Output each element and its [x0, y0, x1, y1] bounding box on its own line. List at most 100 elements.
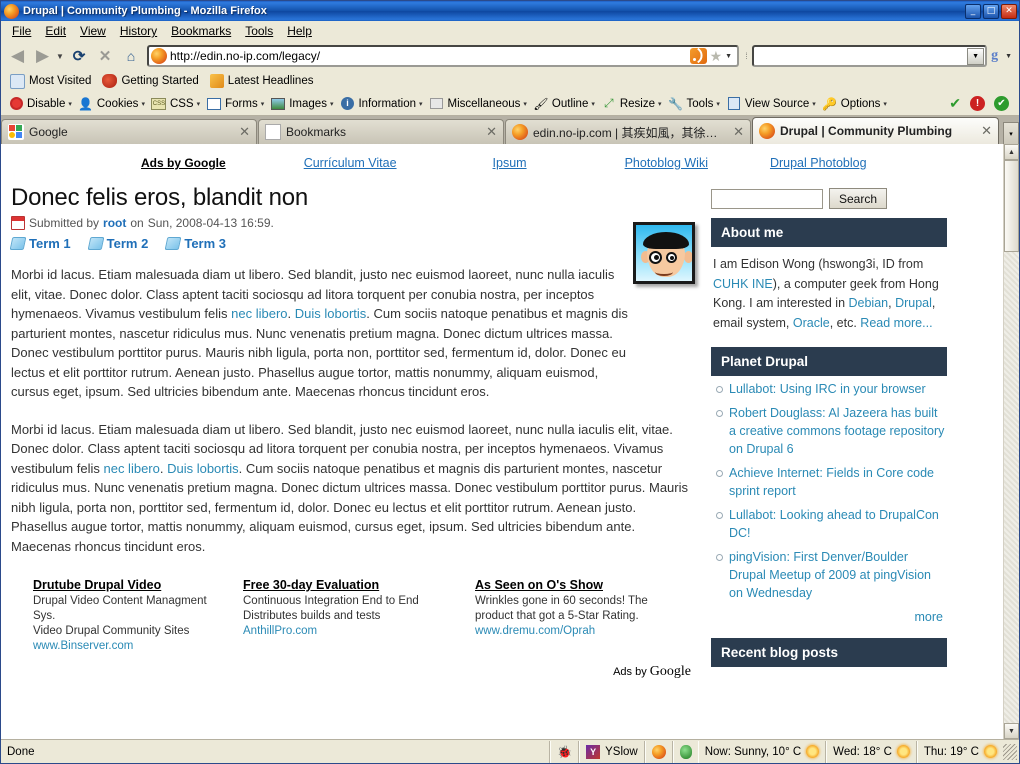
menu-history[interactable]: History	[113, 22, 164, 40]
menu-bookmarks[interactable]: Bookmarks	[164, 22, 238, 40]
search-dropdown-icon[interactable]: ▼	[967, 47, 985, 65]
menu-file[interactable]: File	[5, 22, 38, 40]
ad-1-url[interactable]: www.Binserver.com	[33, 640, 231, 652]
about-link-read-more[interactable]: Read more...	[860, 316, 932, 330]
tab-close-icon[interactable]: ✕	[239, 125, 250, 140]
status-green-indicator[interactable]	[672, 740, 698, 763]
validation-error-icon[interactable]: !	[970, 96, 985, 111]
about-link-drupal[interactable]: Drupal	[895, 296, 932, 310]
search-engine-icon[interactable]: g	[989, 48, 1000, 64]
list-item[interactable]: Lullabot: Using IRC in your browser	[711, 380, 947, 398]
term-3[interactable]: Term 3	[164, 236, 226, 251]
tab-edin-no-ip[interactable]: edin.no-ip.com | 其疾如風，其徐如林... ✕	[505, 119, 751, 144]
validation-pass-icon[interactable]: ✔	[949, 95, 961, 112]
minimize-button[interactable]: _	[965, 3, 981, 19]
site-search-button[interactable]: Search	[829, 188, 888, 209]
status-firefox-indicator[interactable]	[644, 740, 673, 763]
home-button[interactable]: ⌂	[119, 44, 143, 68]
planet-drupal-item-2[interactable]: Robert Douglass: Al Jazeera has built a …	[729, 406, 944, 456]
chevron-down-icon[interactable]: ▼	[55, 52, 65, 61]
devtool-miscellaneous[interactable]: Miscellaneous ▾	[426, 96, 530, 112]
nav-ipsum[interactable]: Ipsum	[493, 156, 527, 170]
devtool-css[interactable]: CSS CSS ▾	[148, 96, 203, 112]
status-firebug[interactable]: 🐞	[550, 740, 580, 763]
about-link-debian[interactable]: Debian	[849, 296, 889, 310]
status-weather-thu[interactable]: Thu: 19° C	[916, 740, 1003, 763]
validation-ok-icon[interactable]: ✔	[994, 96, 1009, 111]
tab-close-icon[interactable]: ✕	[486, 125, 497, 140]
devtool-information[interactable]: i Information ▾	[336, 96, 425, 112]
menu-tools[interactable]: Tools	[238, 22, 280, 40]
tab-bookmarks[interactable]: Bookmarks ✕	[258, 119, 504, 144]
nav-photoblog-wiki[interactable]: Photoblog Wiki	[625, 156, 708, 170]
term-1[interactable]: Term 1	[9, 236, 71, 251]
status-weather-now[interactable]: Now: Sunny, 10° C	[697, 740, 827, 763]
bookmark-most-visited[interactable]: Most Visited	[6, 73, 95, 90]
tab-close-icon[interactable]: ✕	[733, 125, 744, 140]
planet-drupal-item-5[interactable]: pingVision: First Denver/Boulder Drupal …	[729, 550, 931, 600]
search-bar[interactable]: ▼	[752, 45, 988, 67]
tab-list-all-icon[interactable]: ▾	[1003, 122, 1019, 144]
resize-grip[interactable]	[1003, 743, 1017, 760]
paragraph-1-link-duis-lobortis[interactable]: Duis lobortis	[295, 306, 367, 321]
ad-3-url[interactable]: www.dremu.com/Oprah	[475, 625, 695, 637]
tab-close-icon[interactable]: ✕	[981, 124, 992, 139]
devtool-images[interactable]: Images ▾	[267, 96, 336, 112]
devtool-forms[interactable]: Forms ▾	[203, 96, 267, 112]
menu-edit[interactable]: Edit	[38, 22, 73, 40]
address-dropdown-icon[interactable]: ▼	[725, 53, 732, 60]
devtool-resize[interactable]: ⤢ Resize ▾	[598, 96, 665, 112]
scrollbar-track[interactable]	[1004, 160, 1019, 723]
list-item[interactable]: pingVision: First Denver/Boulder Drupal …	[711, 548, 947, 602]
about-link-cuhk-ine[interactable]: CUHK INE	[713, 277, 773, 291]
forward-button[interactable]: ▶	[30, 44, 55, 68]
paragraph-2-link-nec-libero[interactable]: nec libero	[103, 461, 159, 476]
ad-2-url[interactable]: AnthillPro.com	[243, 625, 463, 637]
list-item[interactable]: Lullabot: Looking ahead to DrupalCon DC!	[711, 506, 947, 542]
url-text[interactable]: http://edin.no-ip.com/legacy/	[170, 49, 690, 63]
rss-icon[interactable]	[689, 48, 707, 64]
term-2[interactable]: Term 2	[87, 236, 149, 251]
status-yslow[interactable]: Y YSlow	[579, 740, 645, 763]
submitted-author-link[interactable]: root	[103, 216, 126, 230]
toolbar-drag-handle[interactable]: ⁞	[743, 47, 750, 65]
status-weather-wed[interactable]: Wed: 18° C	[826, 740, 917, 763]
planet-drupal-item-4[interactable]: Lullabot: Looking ahead to DrupalCon DC!	[729, 508, 939, 540]
site-search-input[interactable]	[711, 188, 823, 209]
devtool-tools[interactable]: 🔧 Tools ▾	[665, 96, 723, 112]
nav-curriculum-vitae[interactable]: Currículum Vitae	[304, 156, 397, 170]
planet-drupal-item-1[interactable]: Lullabot: Using IRC in your browser	[729, 382, 926, 396]
ad-1-title[interactable]: Drutube Drupal Video	[33, 578, 231, 592]
menu-help[interactable]: Help	[280, 22, 319, 40]
search-engine-caret-icon[interactable]: ▼	[1005, 53, 1012, 60]
search-input[interactable]	[755, 47, 946, 65]
scroll-down-button[interactable]: ▼	[1004, 723, 1019, 739]
paragraph-1-link-nec-libero[interactable]: nec libero	[231, 306, 287, 321]
devtool-options[interactable]: 🔑 Options ▾	[819, 96, 890, 112]
scroll-up-button[interactable]: ▲	[1004, 144, 1019, 160]
planet-drupal-item-3[interactable]: Achieve Internet: Fields in Core code sp…	[729, 466, 934, 498]
reload-button[interactable]: ⟳	[67, 44, 91, 68]
planet-drupal-more-link[interactable]: more	[915, 610, 943, 624]
tab-drupal-community-plumbing[interactable]: Drupal | Community Plumbing ✕	[752, 117, 999, 144]
nav-drupal-photoblog[interactable]: Drupal Photoblog	[770, 156, 867, 170]
about-link-oracle[interactable]: Oracle	[793, 316, 830, 330]
devtool-cookies[interactable]: 👤 Cookies ▾	[75, 96, 148, 112]
list-item[interactable]: Achieve Internet: Fields in Core code sp…	[711, 464, 947, 500]
term-1-label[interactable]: Term 1	[29, 236, 71, 251]
devtool-view-source[interactable]: View Source ▾	[723, 96, 819, 112]
menu-view[interactable]: View	[73, 22, 113, 40]
list-item[interactable]: Robert Douglass: Al Jazeera has built a …	[711, 404, 947, 458]
close-button[interactable]: ✕	[1001, 3, 1017, 19]
term-2-label[interactable]: Term 2	[107, 236, 149, 251]
ads-by-google-link[interactable]: Ads by Google	[141, 156, 226, 170]
scrollbar-thumb[interactable]	[1004, 160, 1019, 252]
bookmark-getting-started[interactable]: Getting Started	[98, 73, 202, 89]
term-3-label[interactable]: Term 3	[184, 236, 226, 251]
maximize-button[interactable]: □	[983, 3, 999, 19]
ad-3-title[interactable]: As Seen on O's Show	[475, 578, 695, 592]
devtool-disable[interactable]: Disable ▾	[5, 96, 75, 112]
bookmark-star-icon[interactable]: ★	[710, 48, 723, 65]
paragraph-2-link-duis-lobortis[interactable]: Duis lobortis	[167, 461, 239, 476]
back-button[interactable]: ◀	[5, 44, 30, 68]
